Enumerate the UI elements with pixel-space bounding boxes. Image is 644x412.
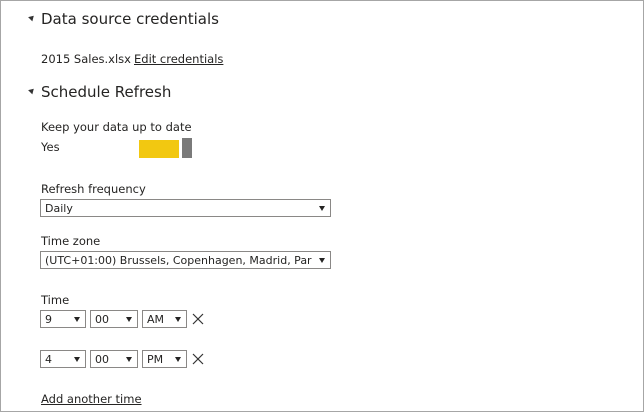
time-zone-value: (UTC+01:00) Brussels, Copenhagen, Madrid…	[45, 253, 312, 267]
hour-value: 4	[45, 352, 52, 366]
time-minute-select[interactable]: 00	[90, 350, 138, 368]
time-zone-label: Time zone	[41, 234, 101, 248]
dropdown-arrow-icon	[74, 316, 80, 322]
dropdown-arrow-icon	[126, 356, 132, 362]
time-ampm-select[interactable]: PM	[142, 350, 187, 368]
refresh-frequency-value: Daily	[45, 201, 73, 215]
edit-credentials-link[interactable]: Edit credentials	[134, 52, 223, 66]
credentials-heading[interactable]: Data source credentials	[41, 10, 219, 28]
minute-value: 00	[95, 312, 109, 326]
dropdown-arrow-icon	[319, 257, 325, 263]
remove-time-icon[interactable]	[191, 352, 205, 366]
dropdown-arrow-icon	[126, 316, 132, 322]
schedule-refresh-heading[interactable]: Schedule Refresh	[41, 83, 171, 101]
data-source-file-name: 2015 Sales.xlsx	[41, 52, 131, 66]
dropdown-arrow-icon	[74, 356, 80, 362]
time-hour-select[interactable]: 9	[40, 310, 86, 328]
ampm-value: PM	[147, 352, 164, 366]
toggle-thumb[interactable]	[182, 138, 192, 158]
time-ampm-select[interactable]: AM	[142, 310, 187, 328]
add-another-time-link[interactable]: Add another time	[41, 392, 142, 406]
minute-value: 00	[95, 352, 109, 366]
time-minute-select[interactable]: 00	[90, 310, 138, 328]
refresh-frequency-label: Refresh frequency	[41, 182, 146, 196]
dropdown-arrow-icon	[175, 356, 181, 362]
keep-up-to-date-label: Keep your data up to date	[41, 120, 192, 134]
time-hour-select[interactable]: 4	[40, 350, 86, 368]
dropdown-arrow-icon	[175, 316, 181, 322]
toggle-track[interactable]	[139, 140, 179, 158]
dropdown-arrow-icon	[319, 205, 325, 211]
hour-value: 9	[45, 312, 52, 326]
remove-time-icon[interactable]	[191, 312, 205, 326]
refresh-frequency-select[interactable]: Daily	[40, 199, 331, 217]
time-label: Time	[41, 293, 70, 307]
toggle-state-label: Yes	[41, 140, 60, 154]
ampm-value: AM	[147, 312, 165, 326]
time-zone-select[interactable]: (UTC+01:00) Brussels, Copenhagen, Madrid…	[40, 251, 331, 269]
